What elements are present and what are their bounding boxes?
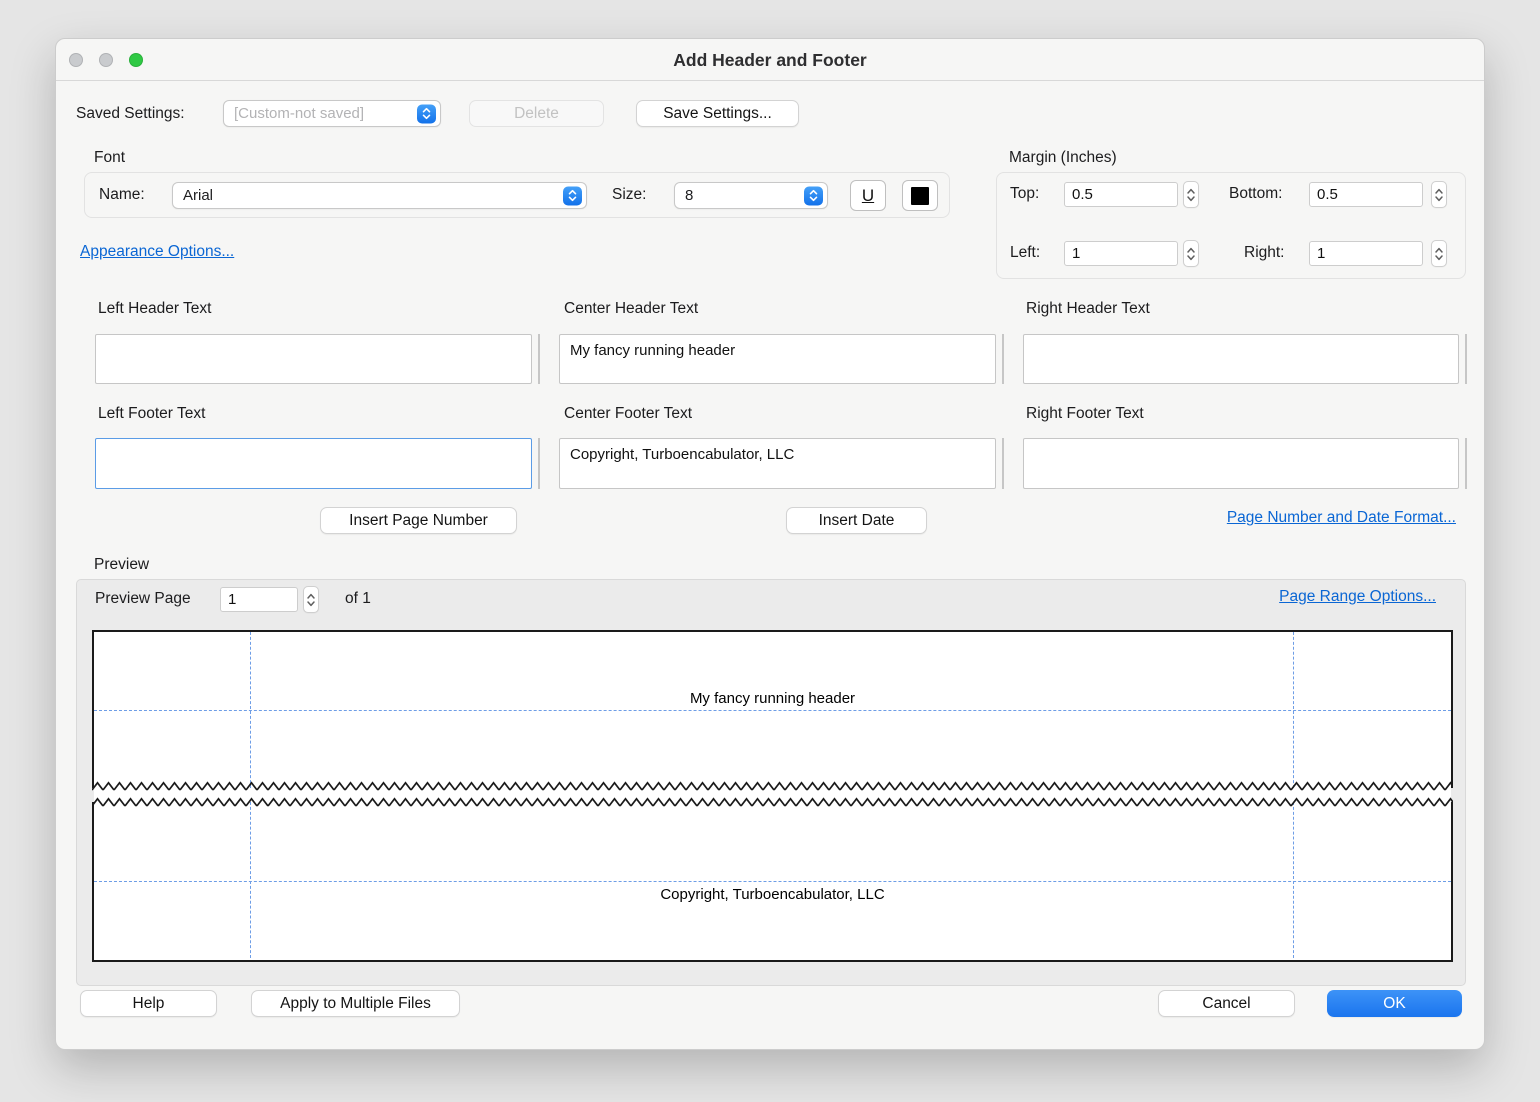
margin-group-label: Margin (Inches) — [1009, 149, 1117, 167]
torn-edge-bottom-icon — [92, 797, 1453, 808]
margin-right-input[interactable] — [1309, 241, 1423, 266]
margin-top-stepper[interactable] — [1183, 181, 1199, 208]
left-header-label: Left Header Text — [98, 300, 211, 318]
textarea-scrollbar[interactable] — [1002, 334, 1004, 384]
font-color-button[interactable] — [902, 180, 938, 211]
page-number-date-format-link[interactable]: Page Number and Date Format... — [1227, 509, 1456, 527]
margin-left-input[interactable] — [1064, 241, 1178, 266]
left-margin-guide-line — [250, 802, 251, 958]
margin-bottom-stepper[interactable] — [1431, 181, 1447, 208]
torn-edge-top-icon — [92, 781, 1453, 792]
appearance-options-link[interactable]: Appearance Options... — [80, 243, 234, 261]
ok-button[interactable]: OK — [1327, 990, 1462, 1017]
preview-page-input[interactable] — [220, 587, 298, 612]
zoom-button[interactable] — [129, 53, 143, 67]
preview-page-label: Preview Page — [95, 590, 191, 608]
chevron-updown-icon — [417, 104, 436, 123]
preview-page-stepper[interactable] — [303, 586, 319, 613]
saved-settings-select[interactable]: [Custom-not saved] — [223, 100, 441, 127]
chevron-updown-icon — [804, 186, 823, 205]
right-footer-textarea[interactable] — [1023, 438, 1459, 489]
center-header-textarea[interactable]: My fancy running header — [559, 334, 996, 384]
font-name-select[interactable]: Arial — [172, 182, 587, 209]
dialog-title: Add Header and Footer — [56, 39, 1484, 81]
textarea-scrollbar[interactable] — [538, 438, 540, 489]
right-margin-guide-line — [1293, 802, 1294, 958]
footer-margin-guide-line — [94, 881, 1451, 882]
margin-group-box: Top: Bottom: Left: Right: — [996, 172, 1466, 279]
margin-bottom-input[interactable] — [1309, 182, 1423, 207]
title-bar: Add Header and Footer — [56, 39, 1484, 81]
insert-date-button[interactable]: Insert Date — [786, 507, 927, 534]
chevron-updown-icon — [563, 186, 582, 205]
add-header-footer-dialog: Add Header and Footer Saved Settings: [C… — [55, 38, 1485, 1050]
margin-left-stepper[interactable] — [1183, 240, 1199, 267]
preview-panel: Preview Page of 1 Page Range Options... … — [76, 579, 1466, 986]
help-button[interactable]: Help — [80, 990, 217, 1017]
margin-top-input[interactable] — [1064, 182, 1178, 207]
color-swatch-icon — [911, 187, 929, 205]
margin-right-label: Right: — [1244, 244, 1285, 262]
font-size-select[interactable]: 8 — [674, 182, 828, 209]
left-footer-label: Left Footer Text — [98, 405, 205, 423]
textarea-scrollbar[interactable] — [1465, 334, 1467, 384]
margin-top-label: Top: — [1010, 185, 1039, 203]
font-name-value: Arial — [183, 187, 213, 204]
preview-page: My fancy running header Copyright, Turbo… — [92, 630, 1453, 962]
center-footer-textarea[interactable]: Copyright, Turboencabulator, LLC — [559, 438, 996, 489]
header-margin-guide-line — [94, 710, 1451, 711]
textarea-scrollbar[interactable] — [1002, 438, 1004, 489]
preview-page-header-region: My fancy running header — [92, 630, 1453, 788]
right-footer-label: Right Footer Text — [1026, 405, 1144, 423]
right-header-label: Right Header Text — [1026, 300, 1150, 318]
textarea-scrollbar[interactable] — [538, 334, 540, 384]
underline-u-icon: U — [862, 186, 874, 206]
font-size-label: Size: — [612, 186, 646, 204]
apply-to-multiple-files-button[interactable]: Apply to Multiple Files — [251, 990, 460, 1017]
delete-button[interactable]: Delete — [469, 100, 604, 127]
preview-page-footer-region: Copyright, Turboencabulator, LLC — [92, 802, 1453, 962]
left-header-textarea[interactable] — [95, 334, 532, 384]
insert-page-number-button[interactable]: Insert Page Number — [320, 507, 517, 534]
saved-settings-value: [Custom-not saved] — [234, 105, 364, 122]
preview-page-count: of 1 — [345, 590, 371, 608]
page-range-options-link[interactable]: Page Range Options... — [1279, 588, 1436, 606]
save-settings-button[interactable]: Save Settings... — [636, 100, 799, 127]
margin-right-stepper[interactable] — [1431, 240, 1447, 267]
preview-group-label: Preview — [94, 556, 149, 574]
cancel-button[interactable]: Cancel — [1158, 990, 1295, 1017]
preview-header-text: My fancy running header — [94, 690, 1451, 707]
margin-bottom-label: Bottom: — [1229, 185, 1282, 203]
font-group-box: Name: Arial Size: 8 U — [84, 172, 950, 218]
left-footer-textarea[interactable] — [95, 438, 532, 489]
right-header-textarea[interactable] — [1023, 334, 1459, 384]
textarea-scrollbar[interactable] — [1465, 438, 1467, 489]
preview-footer-text: Copyright, Turboencabulator, LLC — [94, 886, 1451, 903]
font-group-label: Font — [94, 149, 125, 167]
center-header-label: Center Header Text — [564, 300, 698, 318]
saved-settings-label: Saved Settings: — [76, 105, 185, 123]
close-button[interactable] — [69, 53, 83, 67]
center-footer-label: Center Footer Text — [564, 405, 692, 423]
font-name-label: Name: — [99, 186, 145, 204]
margin-left-label: Left: — [1010, 244, 1040, 262]
minimize-button[interactable] — [99, 53, 113, 67]
underline-button[interactable]: U — [850, 180, 886, 211]
font-size-value: 8 — [685, 187, 693, 204]
